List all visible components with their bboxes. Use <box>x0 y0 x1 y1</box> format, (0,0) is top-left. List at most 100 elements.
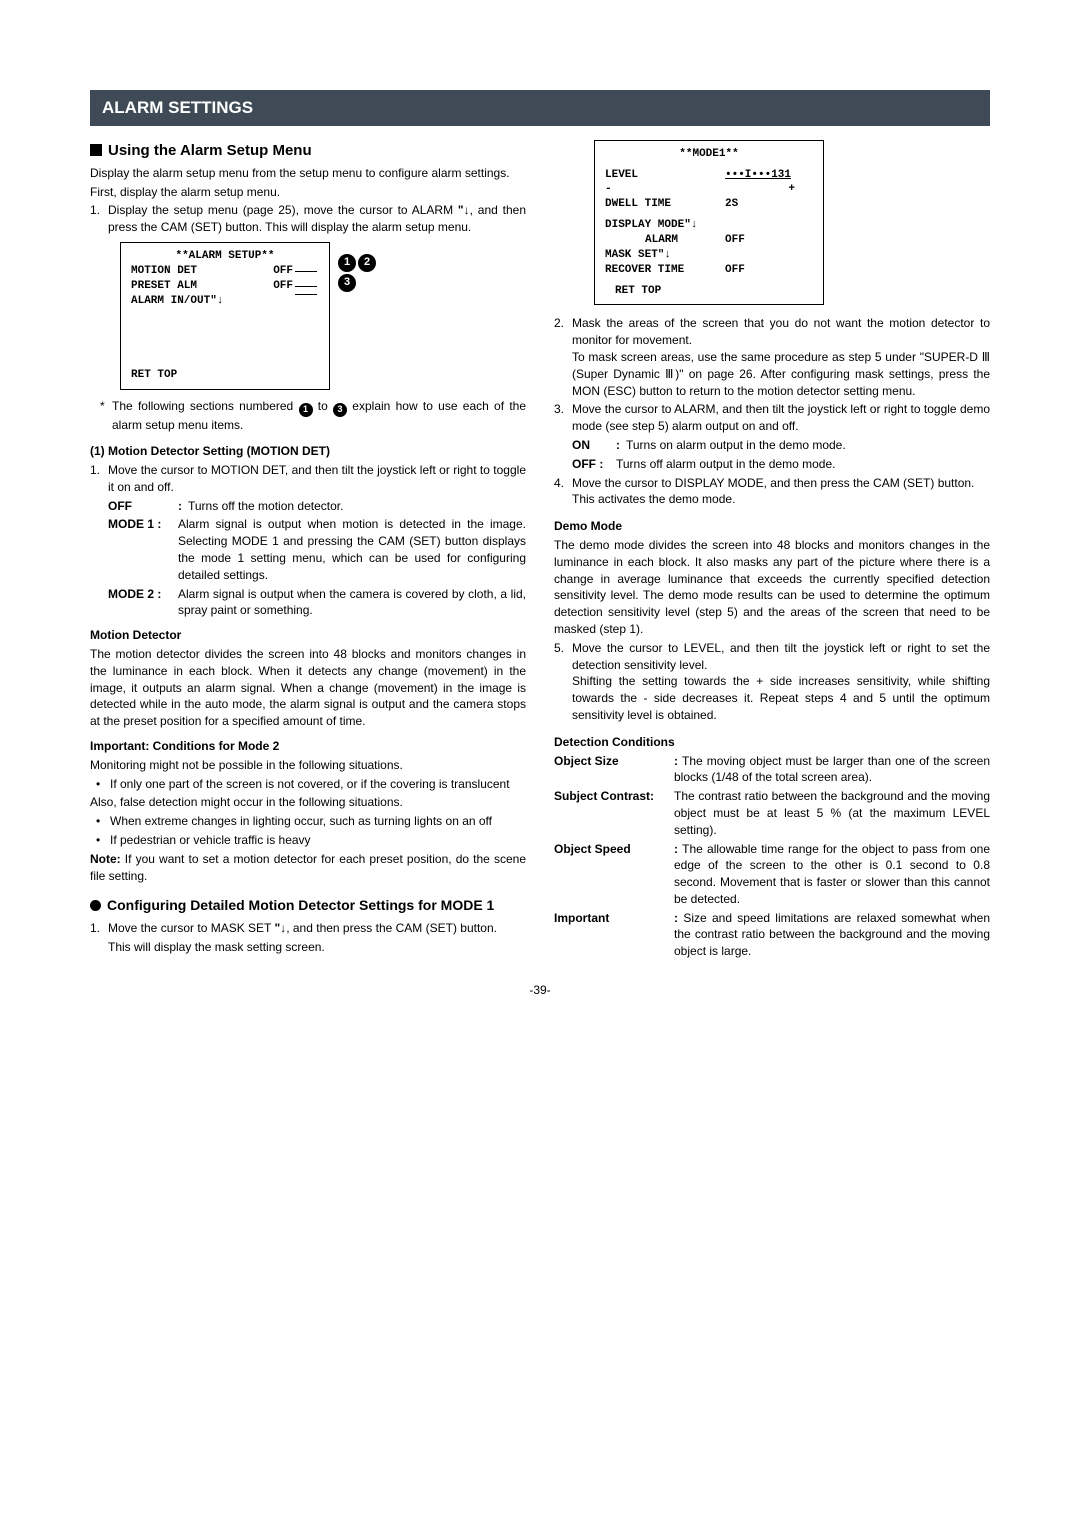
option-desc: Alarm signal is output when motion is de… <box>178 516 526 583</box>
star-text: The following sections numbered 1 to 3 e… <box>112 398 526 433</box>
step-text: Move the cursor to LEVEL, and then tilt … <box>572 640 990 724</box>
t-a: Move the cursor to LEVEL, and then tilt … <box>572 641 990 672</box>
screen-val-wrap: OFF <box>273 279 319 294</box>
screen-row-recover: RECOVER TIME OFF <box>605 263 813 278</box>
option-label: MODE 2 : <box>108 586 178 620</box>
detection-conditions-heading: Detection Conditions <box>554 734 990 751</box>
dash-icon <box>295 294 317 309</box>
t-b: Shifting the setting towards the + side … <box>572 674 990 722</box>
t-b: , and then press the CAM (SET) button. <box>286 921 497 935</box>
bullet-icon: • <box>96 832 110 849</box>
step-5: 5. Move the cursor to LEVEL, and then ti… <box>554 640 990 724</box>
t-a: Move the cursor to MASK SET <box>108 921 275 935</box>
step-number: 1. <box>90 462 108 496</box>
minus-icon: - <box>605 182 725 197</box>
screen-label: LEVEL <box>605 168 725 183</box>
screen-label: MOTION DET <box>131 264 197 279</box>
step-1: 1. Display the setup menu (page 25), mov… <box>90 202 526 236</box>
note-label: Note: <box>90 852 121 866</box>
screen-val-wrap: OFF <box>273 264 319 279</box>
dc-label: Object Speed <box>554 841 674 908</box>
screen-label: PRESET ALM <box>131 279 197 294</box>
asterisk-icon: * <box>100 398 112 433</box>
colon-icon: : <box>674 754 682 768</box>
bullet-3: • If pedestrian or vehicle traffic is he… <box>90 832 526 849</box>
screen-value: OFF <box>273 264 293 279</box>
note-para: Note: If you want to set a motion detect… <box>90 851 526 885</box>
option-label: OFF <box>108 498 178 515</box>
dc-desc-text: Size and speed limitations are relaxed s… <box>674 911 990 959</box>
dc-subject-contrast: Subject Contrast: The contrast ratio bet… <box>554 788 990 838</box>
step-number: 4. <box>554 475 572 509</box>
badge-3: 3 <box>338 274 356 292</box>
step-text: Mask the areas of the screen that you do… <box>572 315 990 399</box>
screen-ret: RET TOP <box>605 284 813 299</box>
motion-detector-heading: Motion Detector <box>90 627 526 644</box>
screen-row-alarmio: ALARM IN/OUT"↓ <box>131 294 319 309</box>
dc-desc: : Size and speed limitations are relaxed… <box>674 910 990 960</box>
configuring-heading: Configuring Detailed Motion Detector Set… <box>90 896 526 916</box>
page-banner: ALARM SETTINGS <box>90 90 990 126</box>
t-b: This activates the demo mode. <box>572 492 735 506</box>
dc-label: Object Size <box>554 753 674 787</box>
option-label: OFF : <box>572 456 616 473</box>
dc-desc: : The moving object must be larger than … <box>674 753 990 787</box>
callout-badges: 1 2 3 <box>338 254 376 292</box>
screen-value: OFF <box>725 263 745 278</box>
heading-text: Using the Alarm Setup Menu <box>108 142 312 159</box>
dc-label: Subject Contrast: <box>554 788 674 838</box>
screen-row-mask: MASK SET"↓ <box>605 248 813 263</box>
dc-desc-text: The allowable time range for the object … <box>674 842 990 906</box>
step-text: Move the cursor to DISPLAY MODE, and the… <box>572 475 990 509</box>
screen-title: **ALARM SETUP** <box>131 249 319 264</box>
step-text: Move the cursor to ALARM, and then tilt … <box>572 401 990 435</box>
heading-text: Configuring Detailed Motion Detector Set… <box>107 897 494 913</box>
mode1-screen: **MODE1** LEVEL •••I•••131 - + DWELL TIM… <box>594 140 824 306</box>
screen-1-wrap: **ALARM SETUP** MOTION DET OFF PRESET AL… <box>120 242 526 390</box>
down-arrow-icon: "↓ <box>458 203 470 217</box>
step-number: 1. <box>90 202 108 236</box>
right-column: **MODE1** LEVEL •••I•••131 - + DWELL TIM… <box>554 140 990 962</box>
conditions-mode2-heading: Important: Conditions for Mode 2 <box>90 738 526 755</box>
bullet-2: • When extreme changes in lighting occur… <box>90 813 526 830</box>
section-title-alarm-setup: Using the Alarm Setup Menu <box>90 140 526 161</box>
step-4: 4. Move the cursor to DISPLAY MODE, and … <box>554 475 990 509</box>
step-2: 2. Mask the areas of the screen that you… <box>554 315 990 399</box>
step-number: 2. <box>554 315 572 399</box>
screen-row-level: LEVEL •••I•••131 <box>605 168 813 183</box>
step-text-a: Display the setup menu (page 25), move t… <box>108 203 458 217</box>
t-a: The following sections numbered <box>112 399 299 413</box>
option-label: ON <box>572 437 616 454</box>
option-on: ON : Turns on alarm output in the demo m… <box>572 437 990 454</box>
config-step-1-sub: This will display the mask setting scree… <box>90 939 526 956</box>
t-a: Mask the areas of the screen that you do… <box>572 316 990 347</box>
screen-label: ALARM <box>605 233 725 248</box>
t-b: To mask screen areas, use the same proce… <box>572 350 990 398</box>
bullet-icon: • <box>96 776 110 793</box>
bullet-icon: • <box>96 813 110 830</box>
option-list: OFF : Turns off the motion detector. MOD… <box>90 498 526 620</box>
conditions-intro: Monitoring might not be possible in the … <box>90 757 526 774</box>
screen-label: RECOVER TIME <box>605 263 725 278</box>
alarm-setup-screen: **ALARM SETUP** MOTION DET OFF PRESET AL… <box>120 242 330 390</box>
step-number: 3. <box>554 401 572 435</box>
screen-value: 2S <box>725 197 738 212</box>
screen-row-plusminus: - + <box>605 182 813 197</box>
option-desc: Turns off alarm output in the demo mode. <box>616 456 990 473</box>
screen-row-display: DISPLAY MODE"↓ <box>605 218 813 233</box>
screen-row-alarm: ALARM OFF <box>605 233 813 248</box>
screen-value: OFF <box>725 233 745 248</box>
demo-mode-heading: Demo Mode <box>554 518 990 535</box>
motion-det-heading: (1) Motion Detector Setting (MOTION DET) <box>90 443 526 460</box>
screen-2-wrap: **MODE1** LEVEL •••I•••131 - + DWELL TIM… <box>594 140 990 306</box>
dc-desc-text: The moving object must be larger than on… <box>674 754 990 785</box>
screen-label: ALARM IN/OUT"↓ <box>131 294 223 309</box>
screen-row-dwell: DWELL TIME 2S <box>605 197 813 212</box>
on-off-options: ON : Turns on alarm output in the demo m… <box>554 437 990 473</box>
badge-3-inline: 3 <box>333 403 347 417</box>
badge-2: 2 <box>358 254 376 272</box>
circle-bullet-icon <box>90 900 101 911</box>
square-bullet-icon <box>90 144 102 156</box>
down-arrow-icon: "↓ <box>275 921 287 935</box>
star-note: * The following sections numbered 1 to 3… <box>100 398 526 433</box>
